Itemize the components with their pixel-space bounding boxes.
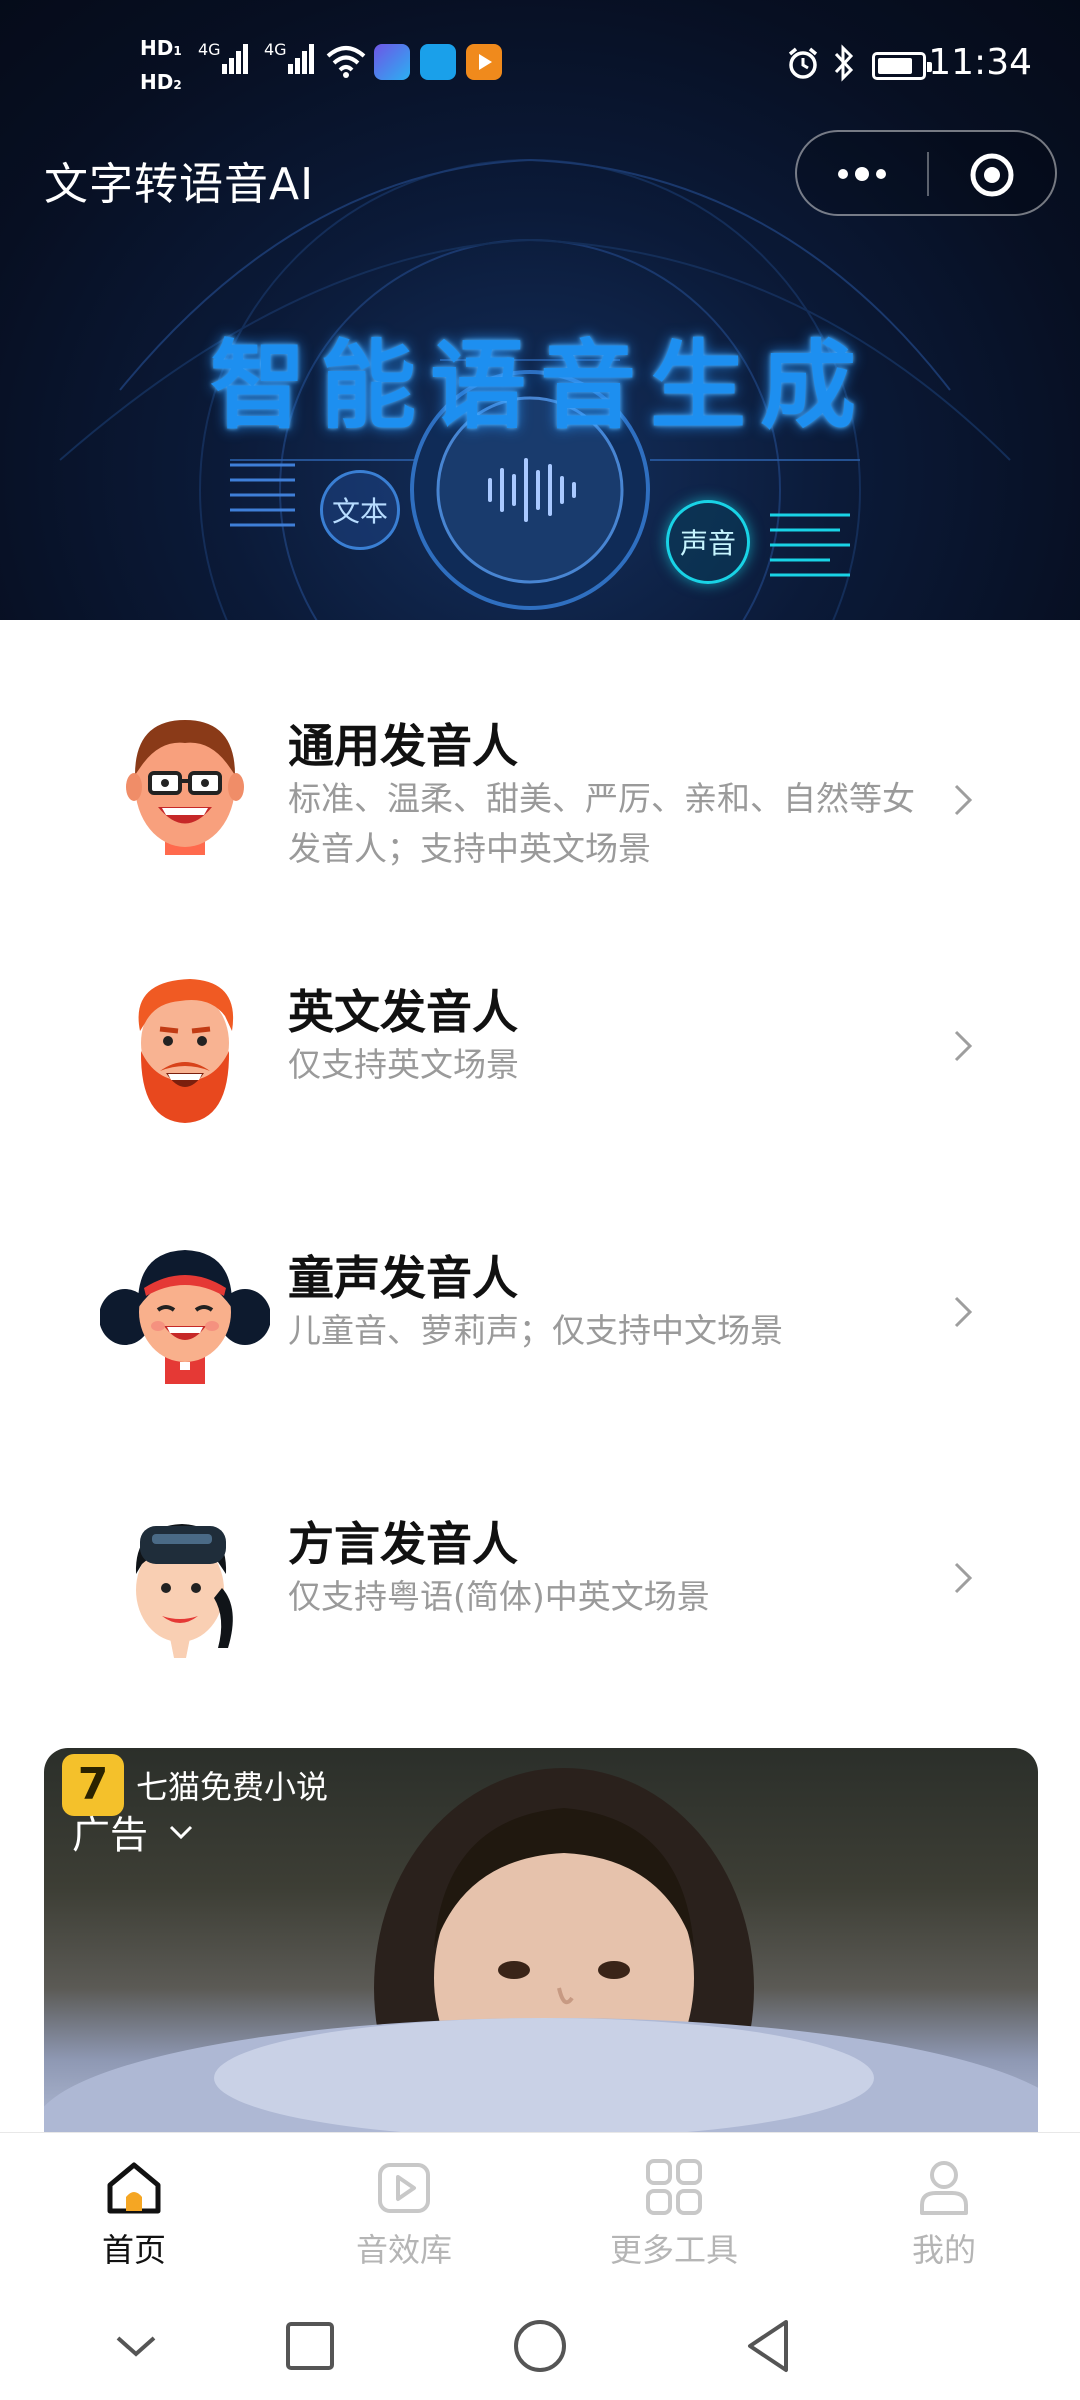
- voice-description: 仅支持英文场景: [288, 1045, 519, 1084]
- tab-label: 首页: [101, 2231, 166, 2269]
- page-title: 文字转语音AI: [44, 159, 315, 210]
- dialect-avatar: [135, 1524, 233, 1658]
- bottom-tab-bar: 首页 音效库 更多工具 我的: [0, 2132, 1080, 2292]
- voice-description: 标准、温柔、甜美、严厉、亲和、自然等女发音人；支持中英文场景: [288, 779, 915, 868]
- browser-notification-icon: [420, 44, 456, 80]
- wifi-icon: [326, 46, 366, 78]
- text-bubble: 文本: [320, 470, 400, 550]
- network2-label: 4G: [264, 40, 287, 59]
- app-notification-icon: [374, 44, 410, 80]
- tab-label: 音效库: [355, 2231, 452, 2269]
- chevron-right-icon: [954, 1562, 973, 1594]
- grid-tools-icon: [646, 2159, 702, 2215]
- voice-title: 童声发音人: [288, 1251, 518, 1305]
- banner-heading: 智能语音生成: [210, 330, 870, 442]
- signal2-icon: [288, 40, 318, 74]
- voice-item-english[interactable]: 英文发音人 仅支持英文场景: [0, 926, 1080, 1186]
- man-glasses-avatar: [126, 720, 244, 855]
- recents-square-icon[interactable]: [278, 2314, 342, 2378]
- battery-icon: [872, 52, 932, 80]
- voice-title: 英文发音人: [288, 985, 518, 1039]
- network1-label: 4G: [198, 40, 221, 59]
- voice-title: 方言发音人: [288, 1517, 518, 1571]
- voice-bubble: 声音: [666, 500, 750, 584]
- home-icon: [107, 2162, 161, 2214]
- voice-item-general[interactable]: 通用发音人 标准、温柔、甜美、严厉、亲和、自然等女发音人；支持中英文场景: [0, 660, 1080, 920]
- chevron-down-icon[interactable]: [168, 1822, 194, 1842]
- ad-video-image: [44, 1768, 1038, 2148]
- tab-label: 更多工具: [609, 2231, 738, 2269]
- tab-sound-library[interactable]: 音效库: [304, 2133, 504, 2293]
- voice-title: 通用发音人: [288, 719, 518, 773]
- more-options-icon[interactable]: [831, 156, 893, 192]
- tab-more-tools[interactable]: 更多工具: [574, 2133, 774, 2293]
- chevron-right-icon: [954, 1296, 973, 1328]
- ad-banner[interactable]: 7 七猫免费小说 广告: [44, 1748, 1038, 2148]
- tab-home[interactable]: 首页: [34, 2133, 234, 2293]
- status-bar: HD1 HD2 4G 4G 11:34: [0, 0, 1080, 130]
- mini-program-capsule: [795, 130, 1057, 216]
- close-mini-program-icon[interactable]: [967, 150, 1017, 200]
- play-library-icon: [378, 2163, 430, 2213]
- home-circle-icon[interactable]: [508, 2314, 572, 2378]
- profile-icon: [920, 2161, 968, 2215]
- video-notification-icon: [466, 44, 502, 80]
- hide-nav-chevron-icon[interactable]: [104, 2314, 168, 2378]
- chevron-right-icon: [954, 1030, 973, 1062]
- chevron-right-icon: [954, 784, 973, 816]
- app-screen: 智能语音生成 文本 声音 HD1 HD2 4G 4G 11:34 文字转语音AI…: [0, 0, 1080, 2400]
- back-triangle-icon[interactable]: [736, 2314, 800, 2378]
- girl-avatar: [100, 1250, 270, 1384]
- capsule-divider: [927, 152, 929, 196]
- bearded-man-avatar: [138, 979, 234, 1123]
- system-nav-bar: [0, 2292, 1080, 2400]
- sim1-hd-label: HD1: [140, 36, 182, 60]
- ad-label[interactable]: 广告: [72, 1804, 148, 1859]
- voice-item-dialect[interactable]: 方言发音人 仅支持粤语(简体)中英文场景: [0, 1458, 1080, 1718]
- voice-item-child[interactable]: 童声发音人 儿童音、萝莉声；仅支持中文场景: [0, 1192, 1080, 1452]
- voice-description: 儿童音、萝莉声；仅支持中文场景: [288, 1311, 783, 1350]
- voice-description: 仅支持粤语(简体)中英文场景: [288, 1577, 710, 1616]
- signal1-icon: [222, 40, 252, 74]
- sim2-hd-label: HD2: [140, 70, 182, 94]
- tab-profile[interactable]: 我的: [844, 2133, 1044, 2293]
- status-time: 11:34: [928, 42, 1032, 83]
- ad-brand-name: 七猫免费小说: [136, 1768, 329, 1806]
- tab-label: 我的: [911, 2231, 976, 2269]
- header-banner: 智能语音生成 文本 声音 HD1 HD2 4G 4G 11:34 文字转语音AI: [0, 0, 1080, 620]
- alarm-icon: [788, 47, 818, 79]
- bluetooth-icon: [834, 44, 854, 82]
